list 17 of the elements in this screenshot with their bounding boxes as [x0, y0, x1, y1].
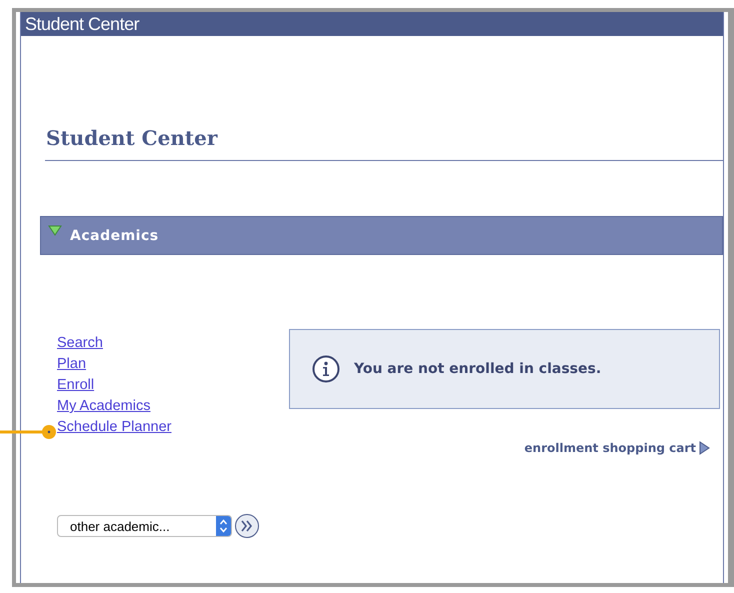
go-button[interactable]: [235, 514, 259, 538]
info-message: You are not enrolled in classes.: [354, 361, 602, 377]
info-icon: [312, 355, 340, 383]
nav-link[interactable]: Plan: [57, 354, 86, 375]
nav-link[interactable]: My Academics: [57, 396, 150, 417]
nav-link[interactable]: Schedule Planner: [57, 417, 172, 438]
stepper-icon: [216, 516, 231, 536]
section-header[interactable]: Academics: [40, 216, 723, 255]
nav-link[interactable]: Enroll: [57, 375, 94, 396]
academic-dropdown[interactable]: other academic...: [57, 515, 232, 537]
collapse-triangle-icon: [48, 225, 62, 236]
play-triangle-icon: [699, 441, 710, 455]
page-heading: Student Center: [45, 126, 723, 161]
nav-link[interactable]: Search: [57, 333, 103, 354]
shopping-cart-link[interactable]: enrollment shopping cart: [524, 441, 710, 455]
double-chevron-icon: [240, 520, 254, 532]
window-title: Student Center: [21, 12, 723, 36]
